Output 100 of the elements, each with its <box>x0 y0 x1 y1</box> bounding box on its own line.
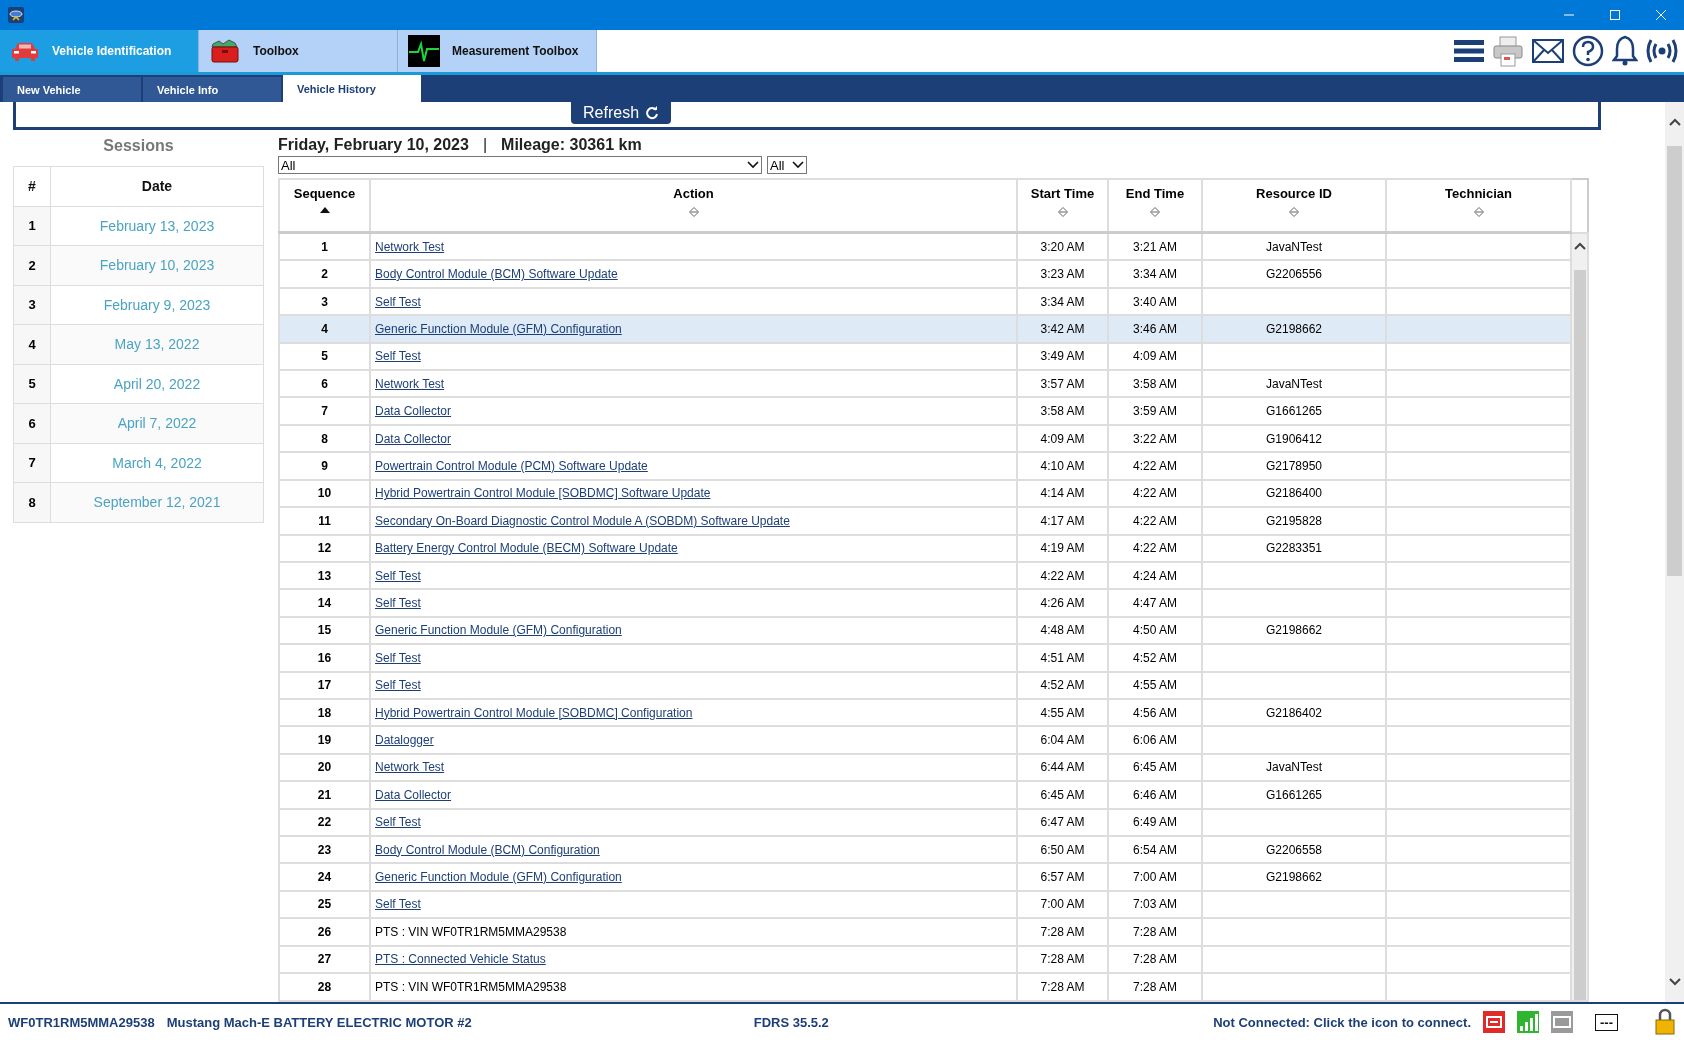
table-cell: 4:55 AM <box>1017 698 1108 727</box>
column-header[interactable]: Action <box>370 179 1017 233</box>
table-cell: 4:26 AM <box>1017 589 1108 617</box>
connection-status: Not Connected: Click the icon to connect. <box>1213 1014 1471 1030</box>
action-link[interactable]: Self Test <box>375 294 421 309</box>
table-cell: 6:49 AM <box>1108 808 1202 836</box>
sub-tab[interactable]: Vehicle Info <box>143 77 281 102</box>
table-cell: 4:22 AM <box>1108 479 1202 508</box>
app-tab[interactable]: Measurement Toolbox <box>398 30 597 72</box>
resource-id: G2206558 <box>1265 842 1323 857</box>
action-link[interactable]: Body Control Module (BCM) Configuration <box>375 842 600 857</box>
column-header: Date <box>50 166 264 206</box>
resource-id: JavaNTest <box>1266 760 1322 775</box>
action-link[interactable]: Data Collector <box>375 404 452 419</box>
table-cell: 22 <box>279 808 370 836</box>
column-header: # <box>13 166 51 206</box>
table-cell: 24 <box>279 863 370 891</box>
mileage-text: Mileage: 30361 km <box>501 136 642 154</box>
action-link[interactable]: Data Collector <box>375 431 452 446</box>
table-cell: 3:21 AM <box>1108 232 1202 261</box>
action-link[interactable]: Data Collector <box>375 787 452 802</box>
action-link[interactable]: PTS : Connected Vehicle Status <box>375 952 546 967</box>
table-cell: 5 <box>13 364 51 404</box>
scroll-up-icon[interactable] <box>1668 118 1681 126</box>
wireless-icon[interactable] <box>1646 37 1678 65</box>
column-header[interactable]: Technician <box>1386 179 1571 233</box>
filter-dropdown[interactable]: All <box>278 156 762 174</box>
bell-icon[interactable] <box>1612 35 1638 67</box>
resource-id: G2186400 <box>1265 486 1323 501</box>
scroll-down-icon[interactable] <box>1668 978 1681 986</box>
chevron-icon <box>792 161 804 169</box>
help-icon[interactable] <box>1572 35 1604 67</box>
app-tab[interactable]: Toolbox <box>199 30 398 72</box>
table-cell: 4:09 AM <box>1017 424 1108 453</box>
table-cell: 26 <box>279 918 370 946</box>
column-header[interactable]: End Time <box>1108 179 1202 233</box>
resource-id: G1661265 <box>1265 787 1323 802</box>
refresh-icon <box>645 106 660 120</box>
page-scrollbar[interactable] <box>1665 102 1684 1002</box>
table-cell: 6:44 AM <box>1017 753 1108 782</box>
printer-icon[interactable] <box>1492 35 1524 67</box>
table-cell: 6:50 AM <box>1017 835 1108 864</box>
filter-dropdown[interactable]: All <box>767 156 807 174</box>
action-link[interactable]: Self Test <box>375 815 421 830</box>
column-header[interactable]: Sequence <box>279 179 370 233</box>
table-cell: 7:28 AM <box>1017 918 1108 946</box>
table-cell: 3:34 AM <box>1108 260 1202 288</box>
menu-icon[interactable] <box>1454 39 1484 63</box>
action-link[interactable]: Self Test <box>375 650 421 665</box>
table-cell: 4:19 AM <box>1017 534 1108 562</box>
table-cell: 7:00 AM <box>1017 890 1108 919</box>
table-cell: 2 <box>279 260 370 288</box>
table-cell: 5 <box>279 342 370 371</box>
sub-tab[interactable]: Vehicle History <box>283 75 421 102</box>
action-link[interactable]: Self Test <box>375 897 421 912</box>
table-cell: 25 <box>279 890 370 919</box>
vin-text: WF0TR1RM5MMA29538 <box>8 1014 155 1030</box>
action-link[interactable]: Self Test <box>375 349 421 364</box>
action-link[interactable]: Datalogger <box>375 733 434 748</box>
table-cell: 3:58 AM <box>1108 370 1202 398</box>
table-cell: 3:42 AM <box>1017 315 1108 343</box>
car-icon <box>10 40 40 62</box>
action-link[interactable]: Generic Function Module (GFM) Configuration <box>375 623 622 638</box>
table-cell: 10 <box>279 479 370 508</box>
resource-id: JavaNTest <box>1266 376 1322 391</box>
action-link[interactable]: Network Test <box>375 760 445 775</box>
table-cell: 6:54 AM <box>1108 835 1202 864</box>
table-cell: 1 <box>279 232 370 261</box>
resource-id: G1661265 <box>1265 404 1323 419</box>
table-cell: 7:28 AM <box>1108 945 1202 973</box>
mail-icon[interactable] <box>1532 39 1564 63</box>
action-link[interactable]: Network Test <box>375 376 445 391</box>
scroll-up-icon[interactable] <box>1573 241 1586 250</box>
table-cell: 23 <box>279 835 370 864</box>
table-cell: 3:58 AM <box>1017 397 1108 425</box>
table-cell: 16 <box>279 644 370 672</box>
table-cell: 4:24 AM <box>1108 561 1202 590</box>
separator-text: | <box>482 136 488 154</box>
action-link[interactable]: Self Test <box>375 678 421 693</box>
table-cell: 6:04 AM <box>1017 726 1108 754</box>
table-cell: 7:28 AM <box>1017 973 1108 1001</box>
table-cell: 21 <box>279 781 370 809</box>
sub-tab[interactable]: New Vehicle <box>3 77 141 102</box>
table-scrollbar[interactable] <box>1571 232 1588 1001</box>
table-cell: 4:22 AM <box>1108 507 1202 535</box>
column-header[interactable]: Start Time <box>1017 179 1108 233</box>
column-header[interactable]: Resource ID <box>1202 179 1386 233</box>
action-link[interactable]: Self Test <box>375 568 421 583</box>
toolbox-icon <box>209 38 241 64</box>
table-cell: 7:28 AM <box>1108 918 1202 946</box>
table-cell: 9 <box>279 452 370 480</box>
resource-id: G2195828 <box>1265 513 1323 528</box>
lock-icon[interactable] <box>1654 1008 1676 1036</box>
action-link[interactable]: Network Test <box>375 239 445 254</box>
table-cell: 20 <box>279 753 370 782</box>
connector-icon[interactable] <box>1483 1011 1505 1033</box>
table-cell: 4:55 AM <box>1108 671 1202 699</box>
refresh-button[interactable]: Refresh <box>571 102 672 124</box>
action-link[interactable]: Self Test <box>375 596 421 610</box>
table-cell: 7 <box>279 397 370 425</box>
